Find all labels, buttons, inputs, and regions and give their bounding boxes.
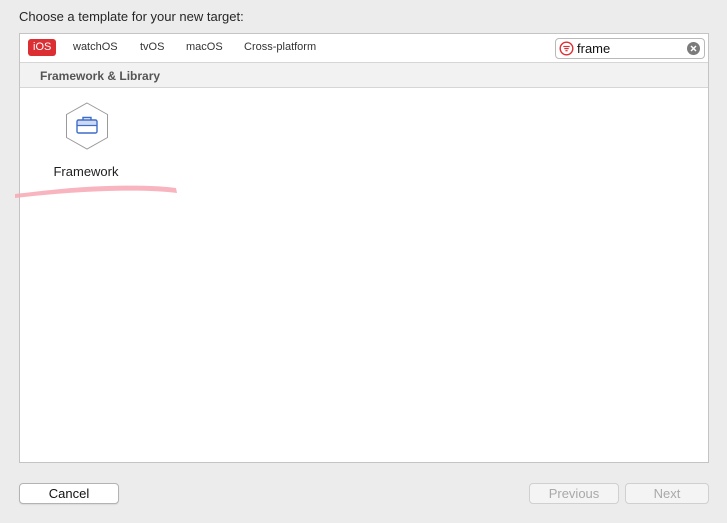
section-title: Framework & Library bbox=[40, 69, 161, 83]
template-panel: iOS watchOS tvOS macOS Cross-platform fr… bbox=[19, 33, 709, 463]
new-target-dialog: Choose a template for your new target: i… bbox=[0, 0, 727, 523]
dialog-heading: Choose a template for your new target: bbox=[19, 9, 244, 24]
section-header-framework-library: Framework & Library bbox=[20, 62, 708, 88]
template-search-field[interactable] bbox=[555, 38, 705, 59]
next-button[interactable]: Next bbox=[625, 483, 709, 504]
cancel-button[interactable]: Cancel bbox=[19, 483, 119, 504]
tab-watchos[interactable]: watchOS bbox=[68, 39, 123, 56]
previous-button[interactable]: Previous bbox=[529, 483, 619, 504]
tab-ios[interactable]: iOS bbox=[28, 39, 57, 56]
tab-cross-platform[interactable]: Cross-platform bbox=[239, 39, 321, 56]
template-label: Framework bbox=[53, 164, 119, 179]
tab-tvos[interactable]: tvOS bbox=[135, 39, 169, 56]
template-framework[interactable]: Framework bbox=[44, 100, 128, 184]
search-input[interactable] bbox=[577, 40, 682, 57]
platform-tab-bar: iOS watchOS tvOS macOS Cross-platform bbox=[20, 34, 708, 62]
tab-macos[interactable]: macOS bbox=[181, 39, 228, 56]
framework-toolbox-icon bbox=[66, 102, 108, 150]
clear-search-icon[interactable] bbox=[687, 42, 700, 55]
filter-icon[interactable] bbox=[559, 41, 574, 56]
